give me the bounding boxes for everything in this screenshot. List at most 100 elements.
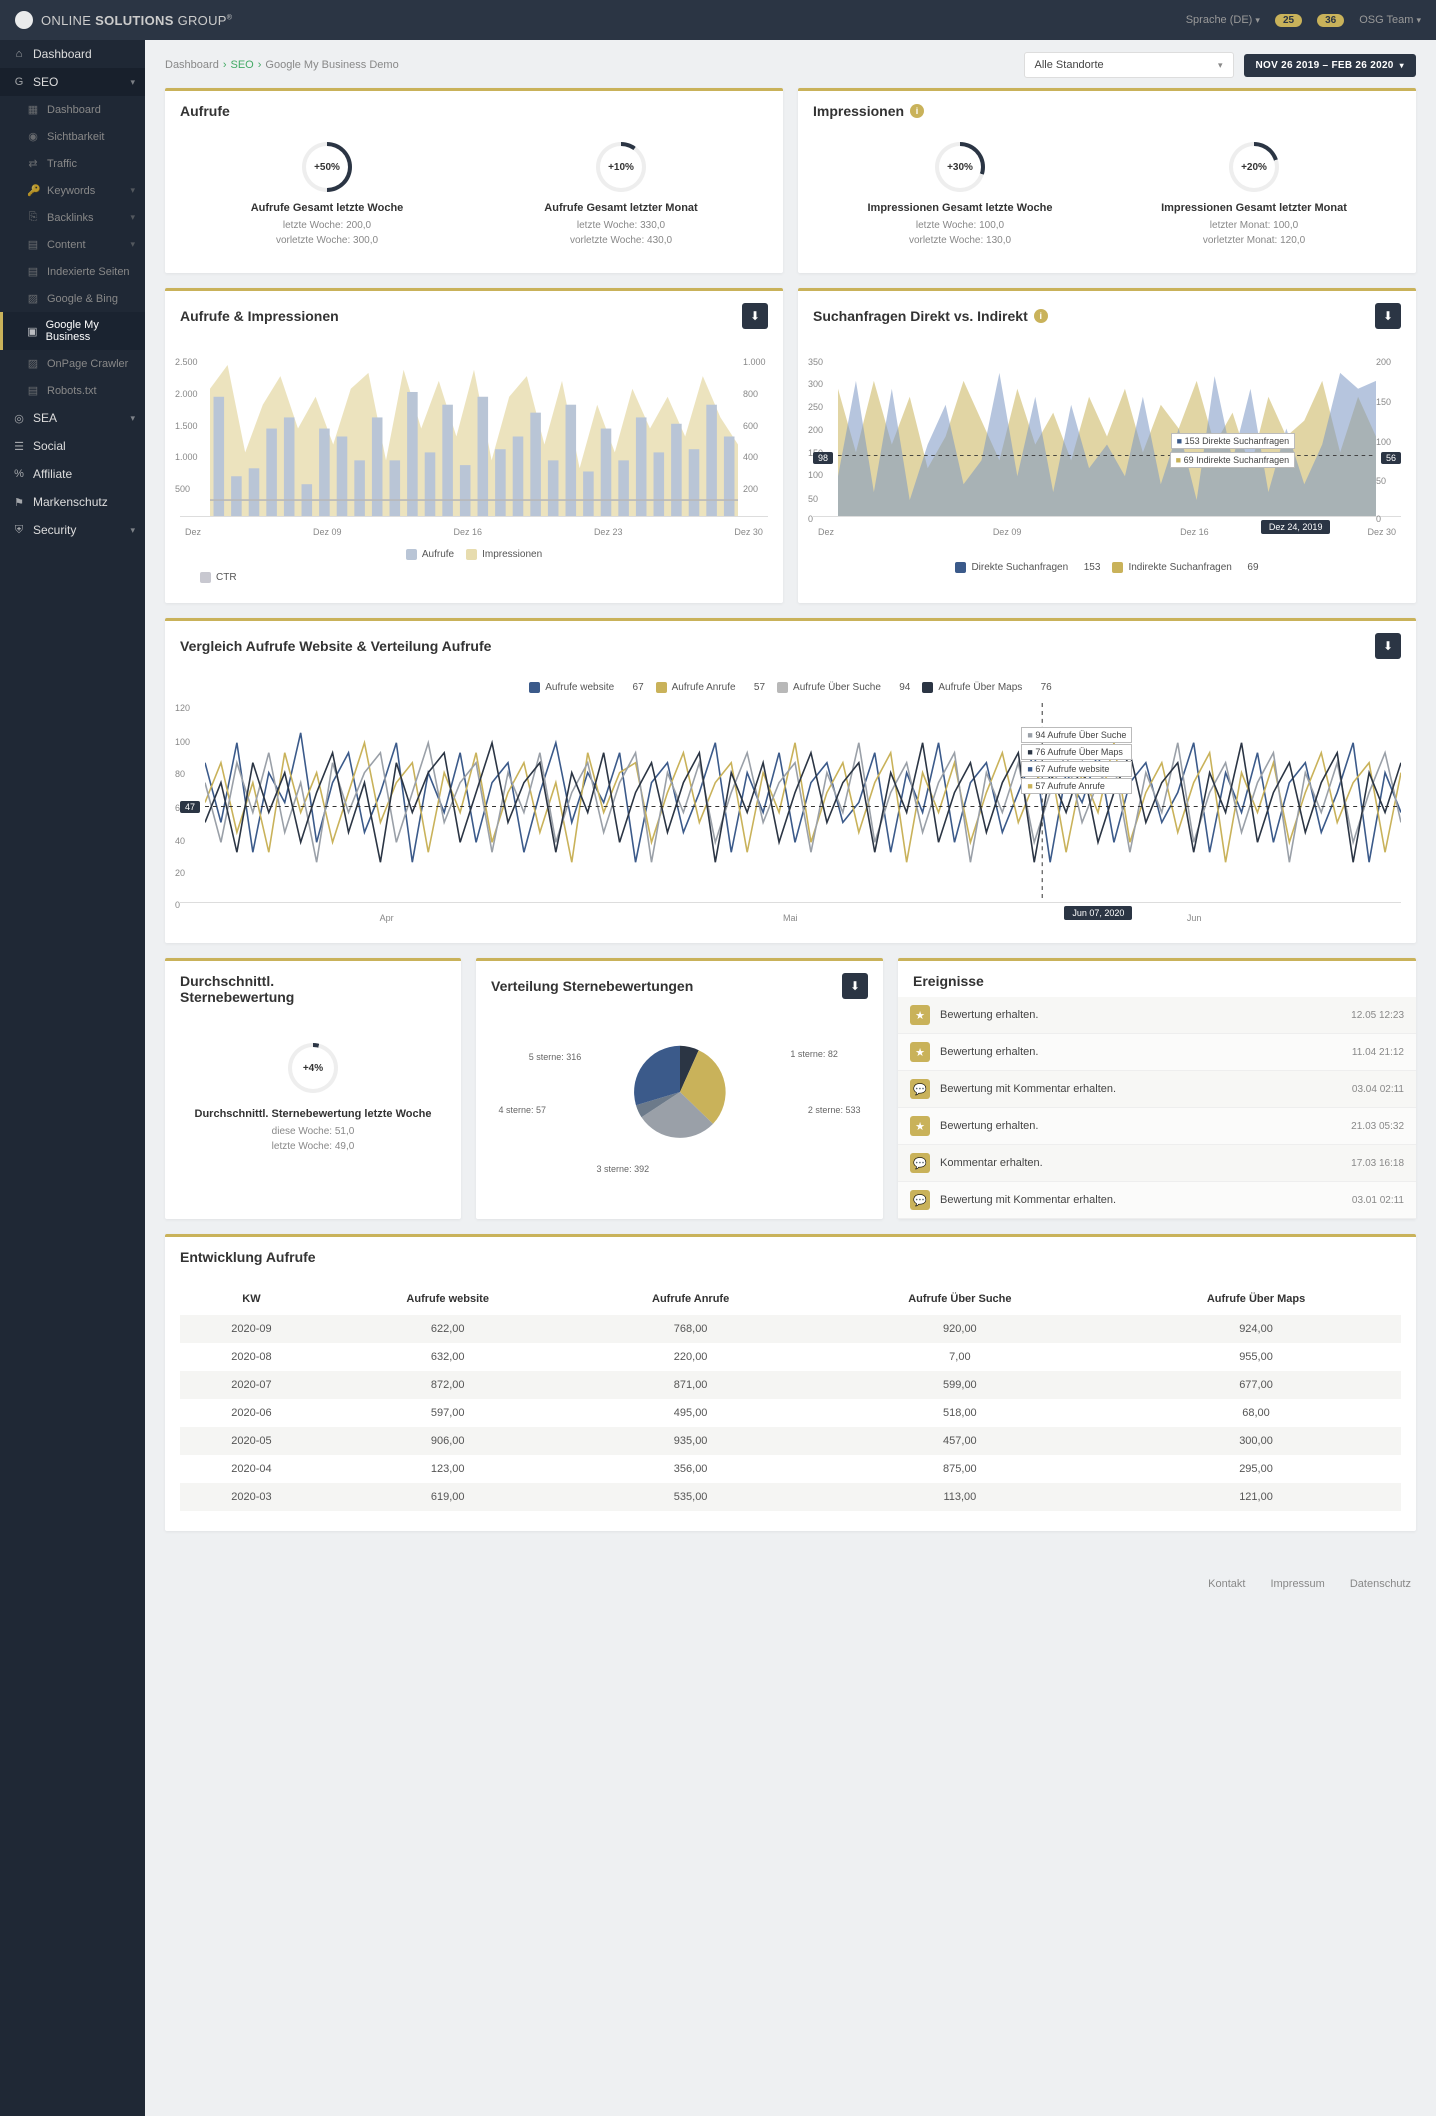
card-aufrufe: Aufrufe +50% Aufrufe Gesamt letzte Woche…	[165, 88, 783, 273]
card-pie: Verteilung Sternebewertungen⬇	[476, 958, 883, 1219]
card-events: Ereignisse ★Bewertung erhalten.12.05 12:…	[898, 958, 1416, 1219]
brand-icon	[15, 11, 33, 29]
download-button[interactable]: ⬇	[1375, 303, 1401, 329]
sidebar-item-backlinks[interactable]: ⎘Backlinks▾	[0, 204, 145, 231]
event-row[interactable]: ★Bewertung erhalten.21.03 05:32	[898, 1108, 1416, 1145]
event-row[interactable]: ★Bewertung erhalten.11.04 21:12	[898, 1034, 1416, 1071]
table-row: 2020-07872,00871,00599,00677,00	[180, 1371, 1401, 1399]
card-aufrufe-impressionen: Aufrufe & Impressionen⬇ 2.5002.0001.5001…	[165, 288, 783, 603]
event-row[interactable]: 💬Kommentar erhalten.17.03 16:18	[898, 1145, 1416, 1182]
card-entwicklung: Entwicklung Aufrufe KWAufrufe websiteAuf…	[165, 1234, 1416, 1531]
brand-logo: ONLINE SOLUTIONS GROUP®	[15, 11, 232, 29]
info-icon[interactable]: i	[1034, 309, 1048, 323]
chart-aufrufe-impressionen: 2.5002.0001.5001.000500 1.00080060040020…	[180, 357, 768, 517]
card-suchanfragen: Suchanfragen Direkt vs. Indirekti⬇ 35030…	[798, 288, 1416, 603]
table-row: 2020-08632,00220,007,00955,00	[180, 1343, 1401, 1371]
table-row: 2020-04123,00356,00875,00295,00	[180, 1455, 1401, 1483]
footer: Kontakt Impressum Datenschutz	[145, 1566, 1436, 1602]
sidebar-item-social[interactable]: ☰Social	[0, 432, 145, 460]
menu-icon: ▦	[27, 103, 39, 116]
social-icon: ☰	[13, 440, 25, 453]
donut-chart: +10%	[596, 142, 646, 192]
card-durchschnitt: Durchschnittl.Sternebewertung +4% Durchs…	[165, 958, 461, 1219]
pie-chart: 1 sterne: 82 2 sterne: 533 3 sterne: 392…	[491, 1017, 868, 1177]
sidebar-item-traffic[interactable]: ⇄Traffic	[0, 150, 145, 177]
breadcrumb-b[interactable]: SEO	[231, 59, 254, 71]
sidebar-item-robots-txt[interactable]: ▤Robots.txt	[0, 377, 145, 404]
sidebar-item-sea[interactable]: ◎SEA▾	[0, 404, 145, 432]
chart-tooltip: ■ 69 Indirekte Suchanfragen	[1170, 452, 1296, 468]
chart-tooltip: ■ 153 Direkte Suchanfragen	[1171, 433, 1296, 449]
sidebar-item-markenschutz[interactable]: ⚑Markenschutz	[0, 488, 145, 516]
table-row: 2020-03619,00535,00113,00121,00	[180, 1483, 1401, 1511]
menu-icon: 🔑	[27, 184, 39, 197]
menu-icon: ▣	[27, 325, 38, 338]
chart-vergleich: 120100806040200 ■	[180, 703, 1401, 903]
star-icon: ★	[910, 1116, 930, 1136]
menu-icon: ▨	[27, 357, 39, 370]
donut-chart: +50%	[302, 142, 352, 192]
sidebar-item-google-my-business[interactable]: ▣Google My Business	[0, 312, 145, 350]
chart-tooltip: ■ 76 Aufrufe Über Maps	[1021, 744, 1132, 760]
chart-tooltip: ■ 67 Aufrufe website	[1021, 761, 1132, 777]
donut-chart: +4%	[288, 1043, 338, 1093]
breadcrumb-c: Google My Business Demo	[265, 59, 398, 71]
topbar: ONLINE SOLUTIONS GROUP® Sprache (DE) ▾ 2…	[0, 0, 1436, 40]
breadcrumb-a[interactable]: Dashboard	[165, 59, 219, 71]
star-icon: ★	[910, 1042, 930, 1062]
card-title: Impressionen	[813, 103, 904, 119]
footer-impressum[interactable]: Impressum	[1270, 1578, 1324, 1590]
info-icon[interactable]: i	[910, 104, 924, 118]
event-row[interactable]: 💬Bewertung mit Kommentar erhalten.03.04 …	[898, 1071, 1416, 1108]
menu-icon: ⇄	[27, 157, 39, 170]
sidebar-item-content[interactable]: ▤Content▾	[0, 231, 145, 258]
sidebar-item-security[interactable]: ⛨Security▾	[0, 516, 145, 544]
sidebar-item-affiliate[interactable]: %Affiliate	[0, 460, 145, 488]
chart-suchanfragen: 350300250200150100500 200150100500 ■ 153…	[813, 357, 1401, 517]
footer-datenschutz[interactable]: Datenschutz	[1350, 1578, 1411, 1590]
table-row: 2020-09622,00768,00920,00924,00	[180, 1315, 1401, 1343]
download-button[interactable]: ⬇	[842, 973, 868, 999]
table-entwicklung: KWAufrufe websiteAufrufe AnrufeAufrufe Ü…	[180, 1283, 1401, 1511]
sidebar-item-sichtbarkeit[interactable]: ◉Sichtbarkeit	[0, 123, 145, 150]
user-menu[interactable]: OSG Team ▾	[1359, 14, 1421, 26]
sidebar-item-dashboard[interactable]: ▦Dashboard	[0, 96, 145, 123]
download-button[interactable]: ⬇	[1375, 633, 1401, 659]
sidebar-item-onpage-crawler[interactable]: ▨OnPage Crawler	[0, 350, 145, 377]
chat-icon: 💬	[910, 1079, 930, 1099]
menu-icon: ⎘	[27, 211, 39, 224]
menu-icon: ▤	[27, 265, 39, 278]
chat-icon: 💬	[910, 1190, 930, 1210]
chat-icon: 💬	[910, 1153, 930, 1173]
sidebar-item-google-bing[interactable]: ▨Google & Bing	[0, 285, 145, 312]
notif-badge-2[interactable]: 36	[1317, 14, 1344, 27]
sidebar-item-dashboard[interactable]: ⌂Dashboard	[0, 40, 145, 68]
sidebar: ⌂Dashboard GSEO▾ ▦Dashboard◉Sichtbarkeit…	[0, 40, 145, 2116]
sidebar-item-seo[interactable]: GSEO▾	[0, 68, 145, 96]
star-icon: ★	[910, 1005, 930, 1025]
target-icon: ◎	[13, 412, 25, 425]
menu-icon: ▤	[27, 238, 39, 251]
menu-icon: ◉	[27, 130, 39, 143]
event-row[interactable]: ★Bewertung erhalten.12.05 12:23	[898, 997, 1416, 1034]
card-impressionen: Impressioneni +30% Impressionen Gesamt l…	[798, 88, 1416, 273]
donut-chart: +20%	[1229, 142, 1279, 192]
home-icon: ⌂	[13, 48, 25, 60]
table-row: 2020-05906,00935,00457,00300,00	[180, 1427, 1401, 1455]
shield-icon: ⛨	[13, 524, 25, 537]
g-icon: G	[13, 76, 25, 88]
location-select[interactable]: Alle Standorte	[1024, 52, 1234, 78]
date-range-picker[interactable]: NOV 26 2019 – FEB 26 2020	[1244, 54, 1416, 77]
footer-kontakt[interactable]: Kontakt	[1208, 1578, 1245, 1590]
event-row[interactable]: 💬Bewertung mit Kommentar erhalten.03.01 …	[898, 1182, 1416, 1219]
notif-badge-1[interactable]: 25	[1275, 14, 1302, 27]
card-vergleich: Vergleich Aufrufe Website & Verteilung A…	[165, 618, 1416, 943]
brand-text: ONLINE SOLUTIONS GROUP®	[41, 13, 232, 28]
table-row: 2020-06597,00495,00518,0068,00	[180, 1399, 1401, 1427]
language-switch[interactable]: Sprache (DE) ▾	[1186, 14, 1260, 26]
sidebar-item-keywords[interactable]: 🔑Keywords▾	[0, 177, 145, 204]
download-button[interactable]: ⬇	[742, 303, 768, 329]
menu-icon: ▤	[27, 384, 39, 397]
menu-icon: ▨	[27, 292, 39, 305]
sidebar-item-indexierte-seiten[interactable]: ▤Indexierte Seiten	[0, 258, 145, 285]
